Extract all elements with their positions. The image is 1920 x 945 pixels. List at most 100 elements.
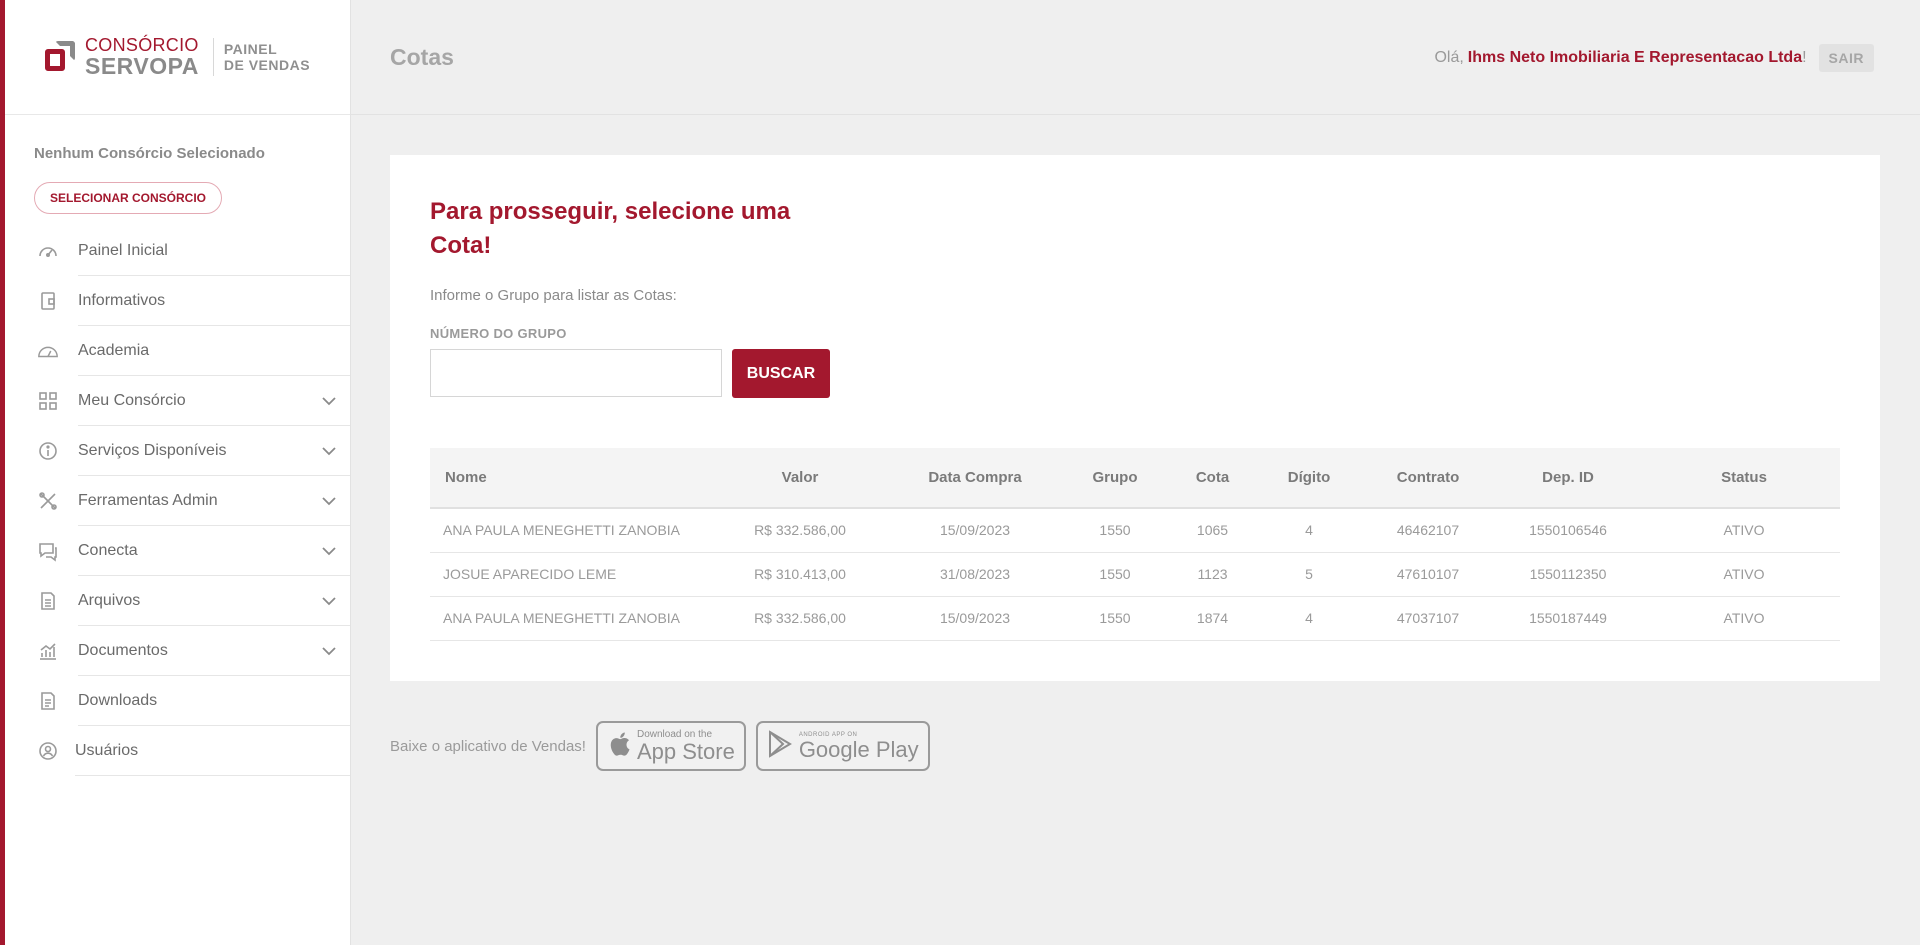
sidebar-item-label: Painel Inicial <box>78 226 350 276</box>
table-row[interactable]: JOSUE APARECIDO LEME R$ 310.413,00 31/08… <box>430 552 1840 597</box>
google-play-badge[interactable]: ANDROID APP ON Google Play <box>755 721 930 771</box>
cell-data-compra: 15/09/2023 <box>895 596 1055 641</box>
logo-line1: CONSÓRCIO <box>85 35 199 55</box>
sidebar-item-downloads[interactable]: Downloads <box>5 676 350 726</box>
sidebar-item-label: Academia <box>78 326 350 376</box>
cell-contrato: 47610107 <box>1368 552 1488 597</box>
consorcio-status: Nenhum Consórcio Selecionado <box>34 145 265 162</box>
search-button[interactable]: BUSCAR <box>732 349 830 398</box>
brand-logo[interactable]: CONSÓRCIO SERVOPA PAINEL DE VENDAS <box>5 0 350 115</box>
cell-data-compra: 15/09/2023 <box>895 508 1055 553</box>
table-row[interactable]: ANA PAULA MENEGHETTI ZANOBIA R$ 332.586,… <box>430 508 1840 553</box>
cell-cota: 1123 <box>1175 552 1250 597</box>
sidebar-item-usuarios[interactable]: Usuários <box>5 726 350 776</box>
google-play-text: ANDROID APP ON Google Play <box>799 732 919 761</box>
sidebar-menu: Painel Inicial Informativos Academia Meu… <box>5 226 350 776</box>
column-header-data-compra[interactable]: Data Compra <box>895 448 1055 509</box>
gauge-icon <box>37 240 59 262</box>
sidebar-item-label: Arquivos <box>78 576 350 626</box>
chevron-down-icon[interactable] <box>320 592 338 610</box>
tools-icon <box>37 490 59 512</box>
logout-button[interactable]: SAIR <box>1818 44 1874 72</box>
sidebar-item-label: Meu Consórcio <box>78 376 350 426</box>
column-header-valor[interactable]: Valor <box>705 448 895 509</box>
cell-nome: ANA PAULA MENEGHETTI ZANOBIA <box>430 596 705 641</box>
chevron-down-icon[interactable] <box>320 392 338 410</box>
chevron-down-icon[interactable] <box>320 542 338 560</box>
google-play-big-text: Google Play <box>798 736 919 762</box>
app-promo-text: Baixe o aplicativo de Vendas! <box>390 737 586 755</box>
logo-divider <box>212 38 214 76</box>
column-header-contrato[interactable]: Contrato <box>1368 448 1488 509</box>
app-store-big-text: App Store <box>636 738 735 764</box>
cell-valor: R$ 332.586,00 <box>705 508 895 553</box>
app-store-badge[interactable]: Download on the App Store <box>595 721 746 771</box>
column-header-cota[interactable]: Cota <box>1175 448 1250 509</box>
sidebar-item-label: Downloads <box>78 676 350 726</box>
logo-text: CONSÓRCIO SERVOPA <box>85 36 199 78</box>
dashboard-icon <box>37 340 59 362</box>
chevron-down-icon[interactable] <box>320 642 338 660</box>
panel-name: PAINEL DE VENDAS <box>224 41 310 73</box>
cell-status: ATIVO <box>1648 552 1840 597</box>
cell-valor: R$ 310.413,00 <box>705 552 895 597</box>
logo-line2: SERVOPA <box>85 53 199 79</box>
sidebar-item-conecta[interactable]: Conecta <box>5 526 350 576</box>
chevron-down-icon[interactable] <box>320 492 338 510</box>
instruction-text: Informe o Grupo para listar as Cotas: <box>430 287 677 304</box>
cell-dep-id: 1550106546 <box>1488 508 1648 553</box>
panel-line1: PAINEL <box>223 40 278 57</box>
cell-nome: JOSUE APARECIDO LEME <box>430 552 705 597</box>
cotas-table: Nome Valor Data Compra Grupo Cota Dígito… <box>430 448 1840 641</box>
sidebar-item-ferramentas-admin[interactable]: Ferramentas Admin <box>5 476 350 526</box>
app-store-text: Download on the App Store <box>636 728 735 764</box>
sidebar-item-servicos[interactable]: Serviços Disponíveis <box>5 426 350 476</box>
cell-status: ATIVO <box>1648 508 1840 553</box>
cell-status: ATIVO <box>1648 596 1840 641</box>
column-header-grupo[interactable]: Grupo <box>1055 448 1175 509</box>
sidebar-item-label: Usuários <box>75 726 350 776</box>
select-consorcio-button[interactable]: SELECIONAR CONSÓRCIO <box>34 182 223 214</box>
group-number-label: NÚMERO DO GRUPO <box>430 326 567 341</box>
chart-icon <box>37 640 59 662</box>
group-number-input[interactable] <box>430 349 722 397</box>
cota-selection-card: Para prosseguir, selecione uma Cota! Inf… <box>390 155 1880 681</box>
column-header-status[interactable]: Status <box>1648 448 1840 509</box>
cell-valor: R$ 332.586,00 <box>705 596 895 641</box>
column-header-digito[interactable]: Dígito <box>1250 448 1368 509</box>
sidebar-item-label: Informativos <box>78 276 350 326</box>
cell-dep-id: 1550187449 <box>1488 596 1648 641</box>
info-icon <box>37 440 59 462</box>
cell-grupo: 1550 <box>1055 596 1175 641</box>
chevron-down-icon[interactable] <box>320 442 338 460</box>
cell-digito: 4 <box>1250 596 1368 641</box>
sidebar-item-painel-inicial[interactable]: Painel Inicial <box>5 226 350 276</box>
column-header-nome[interactable]: Nome <box>430 448 705 509</box>
app-download-footer: Baixe o aplicativo de Vendas! Download o… <box>390 721 940 771</box>
cell-dep-id: 1550112350 <box>1488 552 1648 597</box>
sidebar-item-documentos[interactable]: Documentos <box>5 626 350 676</box>
sidebar-item-label: Serviços Disponíveis <box>78 426 350 476</box>
cell-cota: 1065 <box>1175 508 1250 553</box>
sidebar-item-label: Ferramentas Admin <box>78 476 350 526</box>
column-header-dep-id[interactable]: Dep. ID <box>1488 448 1648 509</box>
wallet-icon <box>37 290 59 312</box>
cell-digito: 5 <box>1250 552 1368 597</box>
sidebar-item-label: Conecta <box>78 526 350 576</box>
chat-icon <box>37 540 59 562</box>
sidebar: CONSÓRCIO SERVOPA PAINEL DE VENDAS Nenhu… <box>5 0 351 945</box>
table-row[interactable]: ANA PAULA MENEGHETTI ZANOBIA R$ 332.586,… <box>430 596 1840 641</box>
cell-data-compra: 31/08/2023 <box>895 552 1055 597</box>
greeting-text: Olá, <box>1434 49 1464 66</box>
sidebar-item-academia[interactable]: Academia <box>5 326 350 376</box>
app-store-small-text: Download on the <box>636 728 713 740</box>
cell-contrato: 47037107 <box>1368 596 1488 641</box>
user-name: Ihms Neto Imobiliaria E Representacao Lt… <box>1467 49 1803 66</box>
sidebar-item-informativos[interactable]: Informativos <box>5 276 350 326</box>
card-heading: Para prosseguir, selecione uma Cota! <box>430 198 791 259</box>
cell-digito: 4 <box>1250 508 1368 553</box>
cell-grupo: 1550 <box>1055 552 1175 597</box>
sidebar-item-arquivos[interactable]: Arquivos <box>5 576 350 626</box>
sidebar-item-meu-consorcio[interactable]: Meu Consórcio <box>5 376 350 426</box>
sidebar-item-label: Documentos <box>78 626 350 676</box>
